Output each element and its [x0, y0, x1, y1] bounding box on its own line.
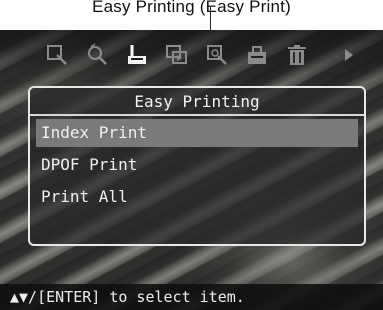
menu-title: Easy Printing — [134, 92, 260, 111]
menu-item-print-all[interactable]: Print All — [36, 183, 358, 211]
slideshow-icon[interactable] — [164, 42, 190, 68]
zoom-icon[interactable] — [204, 42, 230, 68]
magnify-select-icon[interactable] — [44, 42, 70, 68]
retouch-icon[interactable] — [84, 42, 110, 68]
easy-printing-menu: Easy Printing Index Print DPOF Print Pri… — [28, 86, 366, 246]
trash-icon[interactable] — [284, 42, 310, 68]
camera-screen: Easy Printing Index Print DPOF Print Pri… — [0, 30, 383, 310]
menu-item-dpof-print[interactable]: DPOF Print — [36, 151, 358, 179]
toolbar — [0, 30, 383, 86]
caption-leader-line — [210, 7, 211, 31]
menu-divider — [30, 114, 364, 116]
save-icon[interactable] — [244, 42, 270, 68]
status-bar: ▲▼/[ENTER] to select item. — [0, 284, 383, 310]
more-arrow-icon[interactable] — [342, 42, 356, 68]
menu-item-index-print[interactable]: Index Print — [36, 119, 358, 147]
figure-caption: Easy Printing (Easy Print) — [0, 0, 383, 26]
print-icon[interactable] — [124, 42, 150, 68]
caption-text: Easy Printing (Easy Print) — [92, 0, 291, 16]
